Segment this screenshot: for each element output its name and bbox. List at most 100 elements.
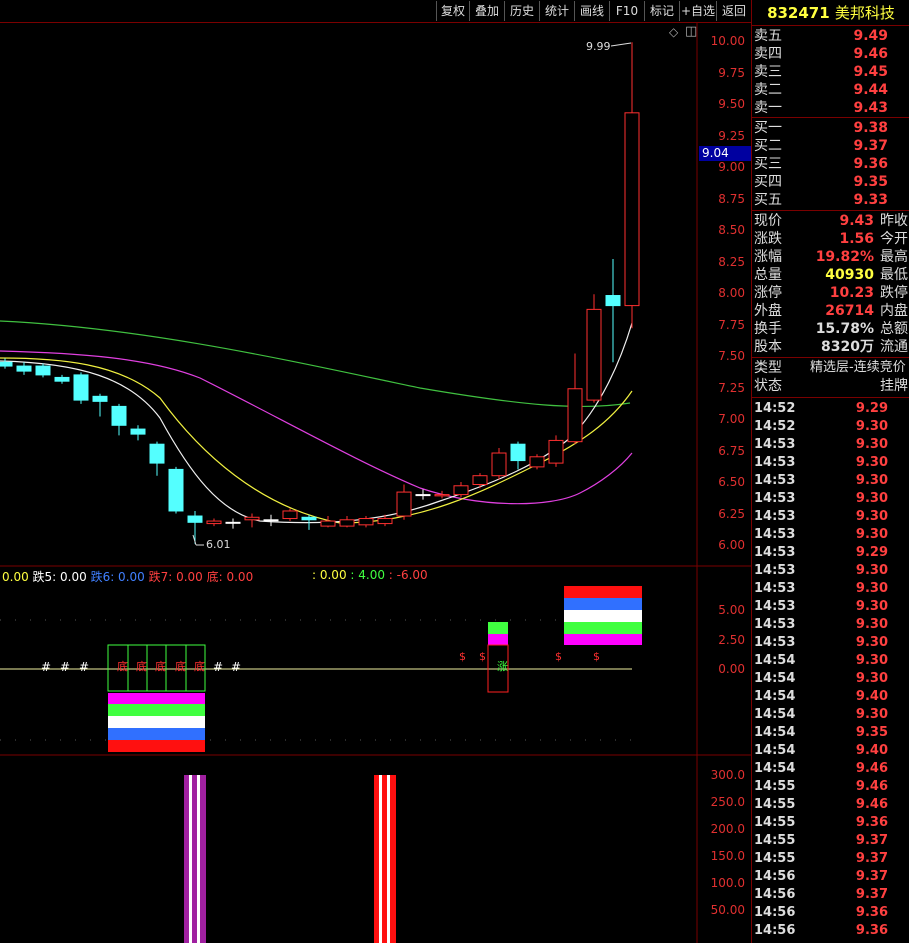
tick-row: 14:54 9.30 (752, 706, 909, 724)
status-value: 挂牌 (880, 378, 908, 394)
candle-body (358, 518, 374, 526)
type-label: 类型 (754, 360, 782, 376)
y-tick: 6.75 (718, 444, 745, 458)
tick-row: 14:55 9.36 (752, 814, 909, 832)
statistics-button[interactable]: 统计 (539, 1, 574, 21)
candle-body (567, 388, 583, 443)
ma-line-yellow (0, 357, 633, 524)
tick-row: 14:54 9.30 (752, 670, 909, 688)
ask-label: 卖四 (754, 46, 782, 62)
draw-line-button[interactable]: 画线 (574, 1, 609, 21)
rise-signal-small (487, 622, 509, 693)
tick-row: 14:55 9.37 (752, 850, 909, 868)
y-tick: 9.25 (718, 129, 745, 143)
indicator-legend-2: : 0.00 : 4.00 : -6.00 (312, 568, 428, 582)
stock-code: 832471 (767, 4, 830, 22)
tick-price: 9.30 (855, 419, 888, 434)
stat-row: 换手 15.78% 总额 (752, 320, 909, 338)
tick-time: 14:53 (754, 437, 796, 452)
bid-row[interactable]: 买五 9.33 (752, 191, 909, 209)
tick-time: 14:53 (754, 635, 796, 650)
stat-label-2: 昨收 (880, 213, 908, 229)
candle-body (510, 443, 526, 462)
diamond-icon[interactable]: ◇ (669, 25, 678, 39)
ask-row[interactable]: 卖二 9.44 (752, 81, 909, 99)
candle-body (529, 456, 545, 468)
tick-price: 9.37 (855, 851, 888, 866)
stat-label-2: 最高 (880, 249, 908, 265)
tick-price: 9.46 (855, 761, 888, 776)
ask-label: 卖二 (754, 82, 782, 98)
kline-chart-area[interactable]: 10.00 9.75 9.50 9.25 9.00 8.75 8.50 8.25… (0, 23, 751, 943)
mark-button[interactable]: 标记 (644, 1, 679, 21)
ask-row[interactable]: 卖一 9.43 (752, 99, 909, 117)
tick-price: 9.40 (855, 689, 888, 704)
tick-row: 14:53 9.30 (752, 616, 909, 634)
hash-marker: # (60, 660, 71, 674)
stat-value: 9.43 (839, 213, 874, 229)
history-button[interactable]: 历史 (504, 1, 539, 21)
legend-die7: 跌7: 0.00 (144, 570, 203, 584)
legend-die6: 跌6: 0.00 (86, 570, 145, 584)
tick-time: 14:53 (754, 455, 796, 470)
stat-label-2: 今开 (880, 231, 908, 247)
type-value: 精选层-连续竞价 (810, 360, 906, 375)
overlay-button[interactable]: 叠加 (469, 1, 504, 21)
tick-row: 14:55 9.46 (752, 796, 909, 814)
bid-row[interactable]: 买二 9.37 (752, 137, 909, 155)
stat-row: 涨跌 1.56 今开 (752, 230, 909, 248)
bid-row[interactable]: 买一 9.38 (752, 119, 909, 137)
ask-row[interactable]: 卖五 9.49 (752, 27, 909, 45)
add-watchlist-button[interactable]: +自选 (679, 1, 716, 21)
legend-v3: : -6.00 (384, 568, 428, 582)
candle-body (35, 365, 51, 376)
stat-label-2: 跌停 (880, 285, 908, 301)
quote-panel: 832471 美邦科技 卖五 9.49 卖四 9.46 卖三 9.45 卖二 9.44 卖一 9.… (751, 0, 909, 943)
f10-button[interactable]: F10 (609, 1, 644, 21)
tick-row: 14:53 9.30 (752, 436, 909, 454)
tick-price: 9.30 (855, 527, 888, 542)
ask-row[interactable]: 卖四 9.46 (752, 45, 909, 63)
tick-time: 14:56 (754, 887, 796, 902)
stat-row: 涨停 10.23 跌停 (752, 284, 909, 302)
tick-row: 14:56 9.37 (752, 886, 909, 904)
stat-label: 股本 (754, 339, 782, 355)
tick-price: 9.30 (855, 473, 888, 488)
fuquan-button[interactable]: 复权 (436, 1, 469, 21)
y-tick: 6.50 (718, 475, 745, 489)
vol-y-tick: 50.00 (710, 903, 745, 917)
y-tick: 6.00 (718, 538, 745, 552)
bid-price: 9.33 (853, 192, 888, 208)
tick-time: 14:52 (754, 401, 796, 416)
tick-row: 14:53 9.30 (752, 598, 909, 616)
ask-row[interactable]: 卖三 9.45 (752, 63, 909, 81)
tick-time: 14:56 (754, 905, 796, 920)
bid-label: 买五 (754, 192, 782, 208)
back-button[interactable]: 返回 (716, 1, 751, 21)
window-toggle-icon[interactable]: ◫ (685, 24, 697, 39)
tick-price: 9.30 (855, 509, 888, 524)
bid-row[interactable]: 买四 9.35 (752, 173, 909, 191)
tick-row: 14:54 9.40 (752, 688, 909, 706)
tick-row: 14:54 9.40 (752, 742, 909, 760)
stat-value: 19.82% (815, 249, 874, 265)
tick-row: 14:55 9.37 (752, 832, 909, 850)
vol-y-tick: 300.0 (710, 768, 745, 782)
candle-body (282, 510, 298, 520)
candle-body (130, 428, 146, 435)
tick-price: 9.30 (855, 437, 888, 452)
y-tick: 10.00 (710, 34, 745, 48)
tick-price: 9.29 (855, 545, 888, 560)
bid-row[interactable]: 买三 9.36 (752, 155, 909, 173)
y-tick: 8.00 (718, 286, 745, 300)
tick-price: 9.30 (855, 635, 888, 650)
candle-body (472, 475, 488, 486)
tick-time: 14:54 (754, 689, 796, 704)
vol-y-tick: 100.0 (710, 876, 745, 890)
tick-row: 14:53 9.30 (752, 526, 909, 544)
tick-row: 14:54 9.35 (752, 724, 909, 742)
y-tick: 9.75 (718, 66, 745, 80)
hash-marker: # (231, 660, 242, 674)
hash-marker: # (79, 660, 90, 674)
tick-price: 9.30 (855, 599, 888, 614)
